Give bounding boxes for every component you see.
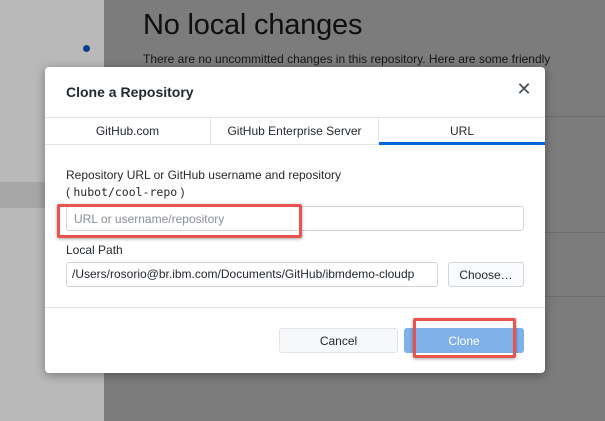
repository-url-input[interactable] (66, 206, 524, 231)
background-divider (545, 232, 605, 233)
repository-url-label: Repository URL or GitHub username and re… (66, 168, 342, 182)
close-icon[interactable]: ✕ (516, 79, 532, 99)
footer-divider (45, 307, 545, 308)
tab-url[interactable]: URL (379, 118, 545, 145)
dialog-header: Clone a Repository ✕ (45, 67, 545, 117)
clone-repository-dialog: Clone a Repository ✕ GitHub.com GitHub E… (45, 67, 545, 373)
choose-folder-button[interactable]: Choose… (448, 262, 524, 287)
tab-github-enterprise[interactable]: GitHub Enterprise Server (211, 118, 379, 144)
changes-indicator-dot (83, 45, 90, 52)
background-title: No local changes (143, 9, 363, 41)
background-divider (545, 296, 605, 297)
repository-url-example: ( hubot/cool-repo ) (66, 184, 185, 200)
dialog-title: Clone a Repository (66, 84, 194, 100)
example-repo-code: hubot/cool-repo (73, 185, 178, 199)
cancel-button[interactable]: Cancel (279, 328, 398, 353)
clone-button[interactable]: Clone (404, 328, 524, 353)
tab-github-com[interactable]: GitHub.com (45, 118, 211, 144)
background-subtitle: There are no uncommitted changes in this… (143, 52, 551, 66)
source-tabs: GitHub.com GitHub Enterprise Server URL (45, 117, 545, 145)
background-divider (545, 116, 605, 117)
example-close-paren: ) (180, 185, 185, 199)
local-path-label: Local Path (66, 243, 123, 257)
local-path-input[interactable]: /Users/rosorio@br.ibm.com/Documents/GitH… (66, 262, 438, 287)
